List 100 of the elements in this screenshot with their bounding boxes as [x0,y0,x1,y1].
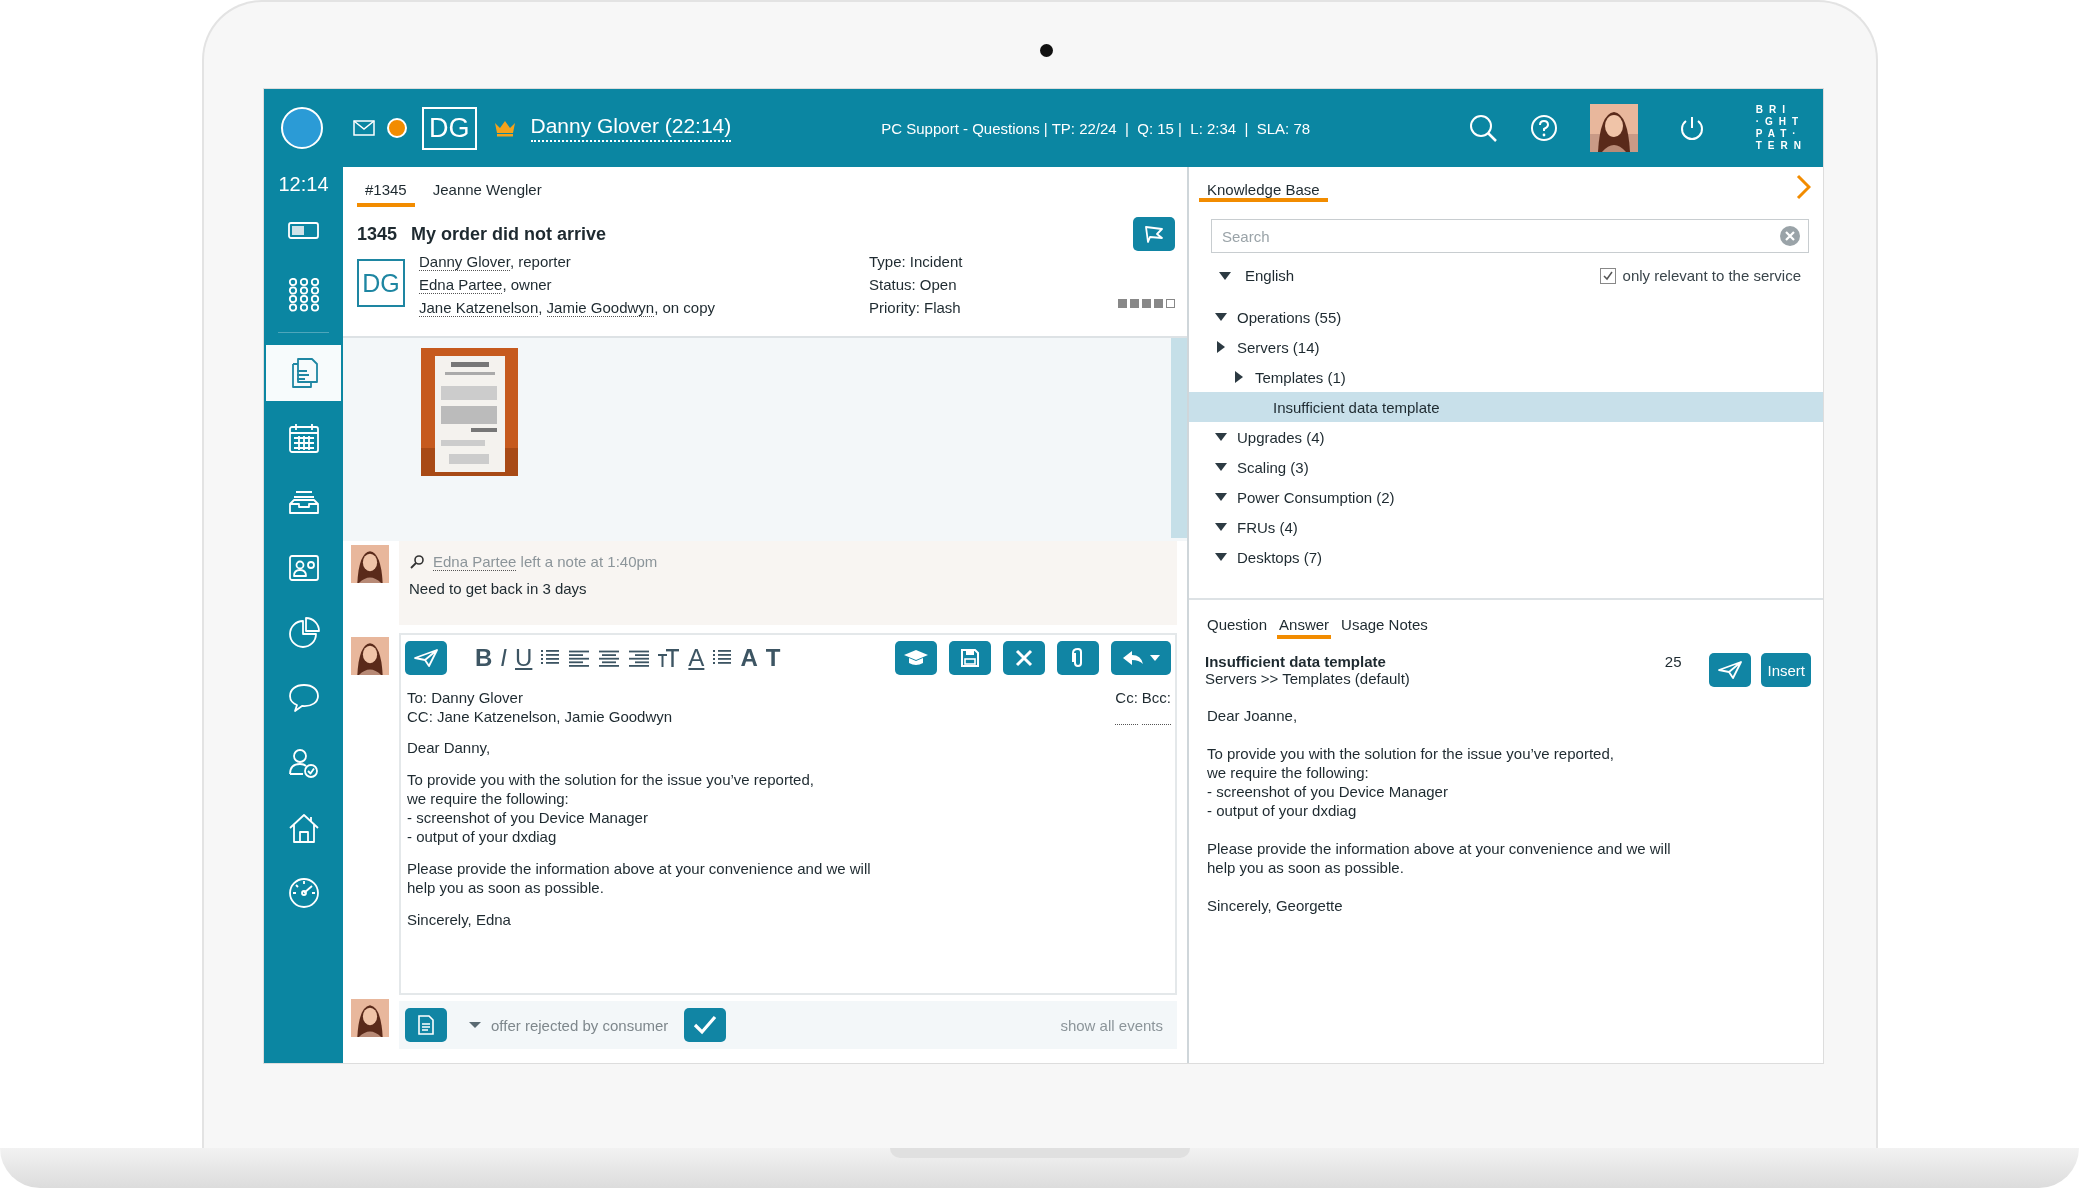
message-paragraph: Please provide the information above at your convenience and we will help you as soon as possible. [407,859,872,897]
gauge-icon [286,876,321,910]
expand-arrow-icon[interactable] [1233,371,1245,383]
tree-item[interactable]: English [1189,267,1295,284]
checkbox[interactable] [1599,267,1616,284]
send-button[interactable] [405,641,447,675]
expand-arrow-icon[interactable] [1215,431,1227,443]
chevron-right-icon[interactable] [1795,174,1811,200]
template-button[interactable] [895,641,937,675]
checkmark-icon [693,1015,718,1035]
cc-link[interactable]: Cc: [1115,689,1138,725]
tree-item[interactable]: Operations (55) [1189,302,1823,332]
pie-chart-icon [286,616,321,650]
tree-item[interactable]: Scaling (3) [1189,452,1823,482]
status-icon[interactable] [281,107,323,149]
flag-button[interactable] [1133,217,1175,251]
expand-arrow-icon[interactable] [1215,461,1227,473]
confirm-button[interactable] [684,1008,727,1042]
help-icon[interactable] [1529,114,1558,142]
tree-item[interactable]: Power Consumption (2) [1189,482,1823,512]
font-button[interactable]: T [763,642,783,674]
send-button[interactable] [1709,653,1752,687]
expand-arrow-icon[interactable] [1215,491,1227,503]
clock: 12:14 [277,173,330,196]
ticket-field: Status: Open [869,276,963,293]
article-tab[interactable]: Usage Notes [1339,610,1430,639]
expand-arrow-icon[interactable] [1219,270,1231,281]
tree-item[interactable]: Desktops (7) [1189,542,1823,572]
discard-button[interactable] [1003,641,1045,675]
tree-item[interactable]: Templates (1) [1189,362,1823,392]
scrollbar[interactable] [1171,338,1187,538]
chat-icon [286,681,321,715]
cc-line: CC: Jane Katzenelson, Jamie Goodwyn [407,708,673,725]
clear-icon[interactable] [1779,225,1801,247]
save-button[interactable] [949,641,991,675]
event-status: offer rejected by consumer [491,1016,669,1034]
message-paragraph: Dear Danny, [407,738,492,757]
user-check-icon [286,746,321,780]
reply-editor[interactable] [399,633,1177,995]
paper-plane-icon [1717,660,1744,680]
pin-icon [409,553,425,570]
checkbox-label: only relevant to the service [1622,267,1801,284]
answer-paragraph: Please provide the information above at your convenience and we will help you as soon as possible. [1207,839,1672,877]
presence-dot-icon [387,118,407,138]
person-link[interactable]: Jamie Goodwyn [546,299,655,317]
caret-icon [1150,654,1160,662]
font-color-button[interactable]: A [686,642,707,674]
note-meta: Edna Partee left a note at 1:40pm [433,553,658,570]
calendar-icon [286,421,321,455]
logo-line: PAT· [1755,128,1803,140]
attach-button[interactable] [1057,641,1099,675]
expand-arrow-icon[interactable] [1215,521,1227,533]
document-button[interactable] [405,1008,447,1042]
save-icon [960,648,980,668]
to-line: To: Danny Glover [407,689,524,706]
reply-menu-button[interactable] [1111,641,1171,675]
expand-arrow-icon[interactable] [1215,551,1227,563]
nav-button[interactable] [266,345,341,401]
message-paragraph: Sincerely, Edna [407,910,512,929]
caret-icon[interactable] [469,1021,481,1029]
search-icon[interactable] [1467,113,1498,143]
text-size-icon [658,648,681,668]
knowledge-base-tab[interactable]: Knowledge Base [1199,172,1328,202]
flag-icon [1143,224,1165,244]
person-link[interactable]: Edna Partee [419,276,503,294]
mail-icon[interactable] [353,120,375,136]
tree-item[interactable]: FRUs (4) [1189,512,1823,542]
align-center-icon [598,648,621,668]
ticket-tab[interactable]: Jeanne Wengler [424,167,550,207]
article-title: Insufficient data template [1205,653,1387,670]
article-tab[interactable]: Answer [1277,610,1332,639]
dialpad-icon [286,278,321,312]
italic-button[interactable]: I [498,642,509,674]
ticket-field: Type: Incident [869,253,963,270]
tree-item[interactable]: Servers (14) [1189,332,1823,362]
participant-line: Danny Glover, reporter [419,253,572,270]
message-paragraph: To provide you with the solution for the issue you’ve reported, we require the following: - screenshot of you Device Manager - output of your dxdiag [407,770,815,846]
paper-plane-icon [413,648,439,668]
bold-button[interactable]: B [473,642,495,674]
tree-item[interactable]: Upgrades (4) [1189,422,1823,452]
ticket-field: Priority: Flash [869,299,963,316]
reply-icon [1122,649,1144,667]
font-button[interactable]: A [738,642,760,674]
search-field[interactable]: Search [1211,219,1809,253]
article-tab[interactable]: Question [1205,610,1270,639]
usage-count: 25 [1664,653,1682,670]
graduation-cap-icon [903,648,929,668]
crown-icon [492,119,517,137]
person-link[interactable]: Danny Glover [419,253,510,271]
expand-arrow-icon[interactable] [1215,311,1227,323]
cc-link[interactable]: Bcc: [1141,689,1171,725]
close-icon [1014,648,1034,668]
insert-button[interactable]: Insert [1761,653,1811,687]
ticket-tab[interactable]: #1345 [357,167,415,207]
agent-name-link[interactable]: Danny Glover (22:14) [530,114,732,142]
answer-paragraph: Dear Joanne, [1207,706,1299,725]
note-text: Need to get back in 3 days [409,580,588,597]
tree-item[interactable]: Insufficient data template [1189,392,1823,422]
underline-button[interactable]: U [513,642,535,674]
expand-arrow-icon[interactable] [1215,341,1227,353]
